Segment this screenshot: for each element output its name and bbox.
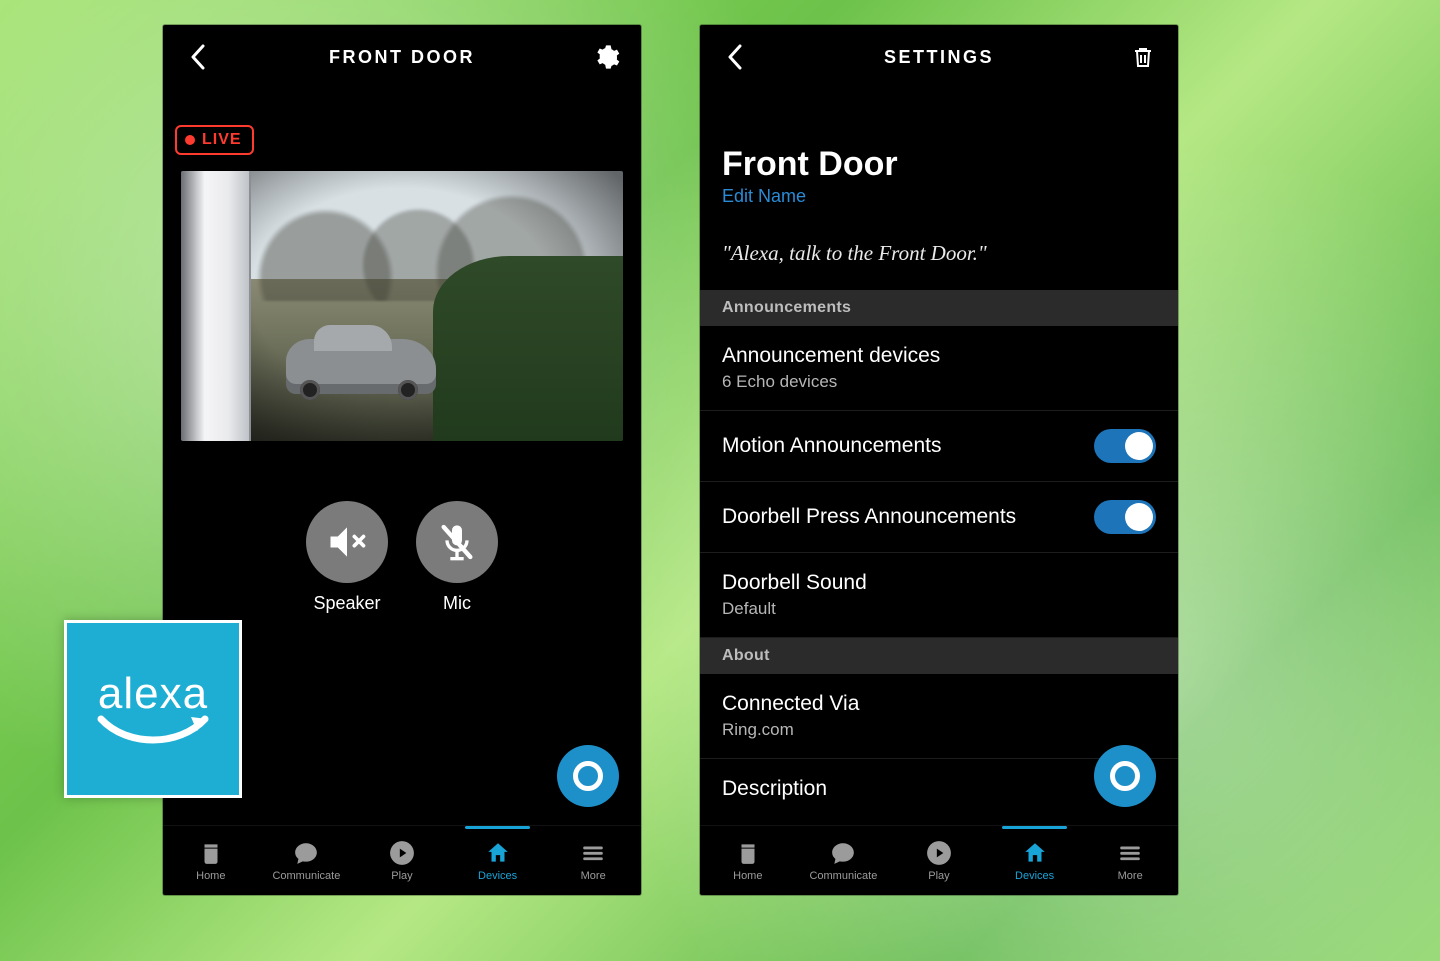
play-circle-icon — [926, 840, 952, 866]
app-header: SETTINGS — [700, 25, 1178, 89]
toggle-knob-icon — [1125, 503, 1153, 531]
video-decor — [433, 256, 623, 441]
toggle-doorbell-press[interactable] — [1094, 500, 1156, 534]
chevron-left-icon — [726, 44, 744, 70]
row-connected-via[interactable]: Connected Via Ring.com — [700, 674, 1178, 759]
mic-label: Mic — [416, 593, 498, 614]
nav-devices[interactable]: Devices — [450, 826, 546, 895]
nav-play[interactable]: Play — [354, 826, 450, 895]
chat-bubble-icon — [830, 840, 856, 866]
device-name: Front Door — [700, 89, 1178, 186]
video-decor — [286, 339, 436, 394]
edit-name-link[interactable]: Edit Name — [700, 186, 1178, 231]
nav-home[interactable]: Home — [163, 826, 259, 895]
toggle-motion[interactable] — [1094, 429, 1156, 463]
row-motion-announcements[interactable]: Motion Announcements — [700, 411, 1178, 482]
devices-home-icon — [1022, 840, 1048, 866]
alexa-ring-icon — [573, 761, 603, 791]
alexa-fab-button[interactable] — [557, 745, 619, 807]
alexa-app-logo: alexa — [64, 620, 242, 798]
section-about: About — [700, 638, 1178, 674]
hamburger-icon — [580, 840, 606, 866]
mic-muted-icon — [437, 522, 477, 562]
phone-settings-view: SETTINGS Front Door Edit Name "Alexa, ta… — [700, 25, 1178, 895]
play-circle-icon — [389, 840, 415, 866]
chat-bubble-icon — [293, 840, 319, 866]
delete-button[interactable] — [1126, 40, 1160, 74]
camera-video-feed[interactable] — [181, 171, 623, 441]
voice-hint: "Alexa, talk to the Front Door." — [700, 231, 1178, 290]
row-announcement-devices[interactable]: Announcement devices 6 Echo devices — [700, 326, 1178, 411]
record-dot-icon — [185, 135, 195, 145]
alexa-smile-icon — [93, 713, 213, 749]
back-button[interactable] — [718, 40, 752, 74]
nav-devices[interactable]: Devices — [987, 826, 1083, 895]
speaker-button[interactable] — [306, 501, 388, 583]
nav-play[interactable]: Play — [891, 826, 987, 895]
nav-communicate[interactable]: Communicate — [796, 826, 892, 895]
row-doorbell-sound[interactable]: Doorbell Sound Default — [700, 553, 1178, 638]
nav-more[interactable]: More — [1082, 826, 1178, 895]
media-controls: Speaker Mic — [163, 501, 641, 614]
row-doorbell-press-announcements[interactable]: Doorbell Press Announcements — [700, 482, 1178, 553]
nav-home[interactable]: Home — [700, 826, 796, 895]
alexa-fab-button[interactable] — [1094, 745, 1156, 807]
settings-scroll[interactable]: Front Door Edit Name "Alexa, talk to the… — [700, 89, 1178, 825]
live-label: LIVE — [202, 131, 242, 149]
app-header: FRONT DOOR — [163, 25, 641, 89]
speaker-muted-icon — [325, 520, 369, 564]
chevron-left-icon — [189, 44, 207, 70]
echo-icon — [735, 840, 761, 866]
video-decor — [181, 171, 251, 441]
devices-home-icon — [485, 840, 511, 866]
alexa-ring-icon — [1110, 761, 1140, 791]
toggle-knob-icon — [1125, 432, 1153, 460]
settings-button[interactable] — [589, 40, 623, 74]
header-title: FRONT DOOR — [215, 47, 589, 68]
gear-icon — [592, 43, 620, 71]
section-announcements: Announcements — [700, 290, 1178, 326]
nav-more[interactable]: More — [545, 826, 641, 895]
bottom-nav: Home Communicate Play Devices More — [700, 825, 1178, 895]
live-badge: LIVE — [175, 125, 254, 155]
echo-icon — [198, 840, 224, 866]
hamburger-icon — [1117, 840, 1143, 866]
back-button[interactable] — [181, 40, 215, 74]
mic-button[interactable] — [416, 501, 498, 583]
speaker-label: Speaker — [306, 593, 388, 614]
alexa-wordmark: alexa — [98, 669, 208, 719]
header-title: SETTINGS — [752, 47, 1126, 68]
bottom-nav: Home Communicate Play Devices More — [163, 825, 641, 895]
trash-icon — [1131, 44, 1155, 70]
nav-communicate[interactable]: Communicate — [259, 826, 355, 895]
